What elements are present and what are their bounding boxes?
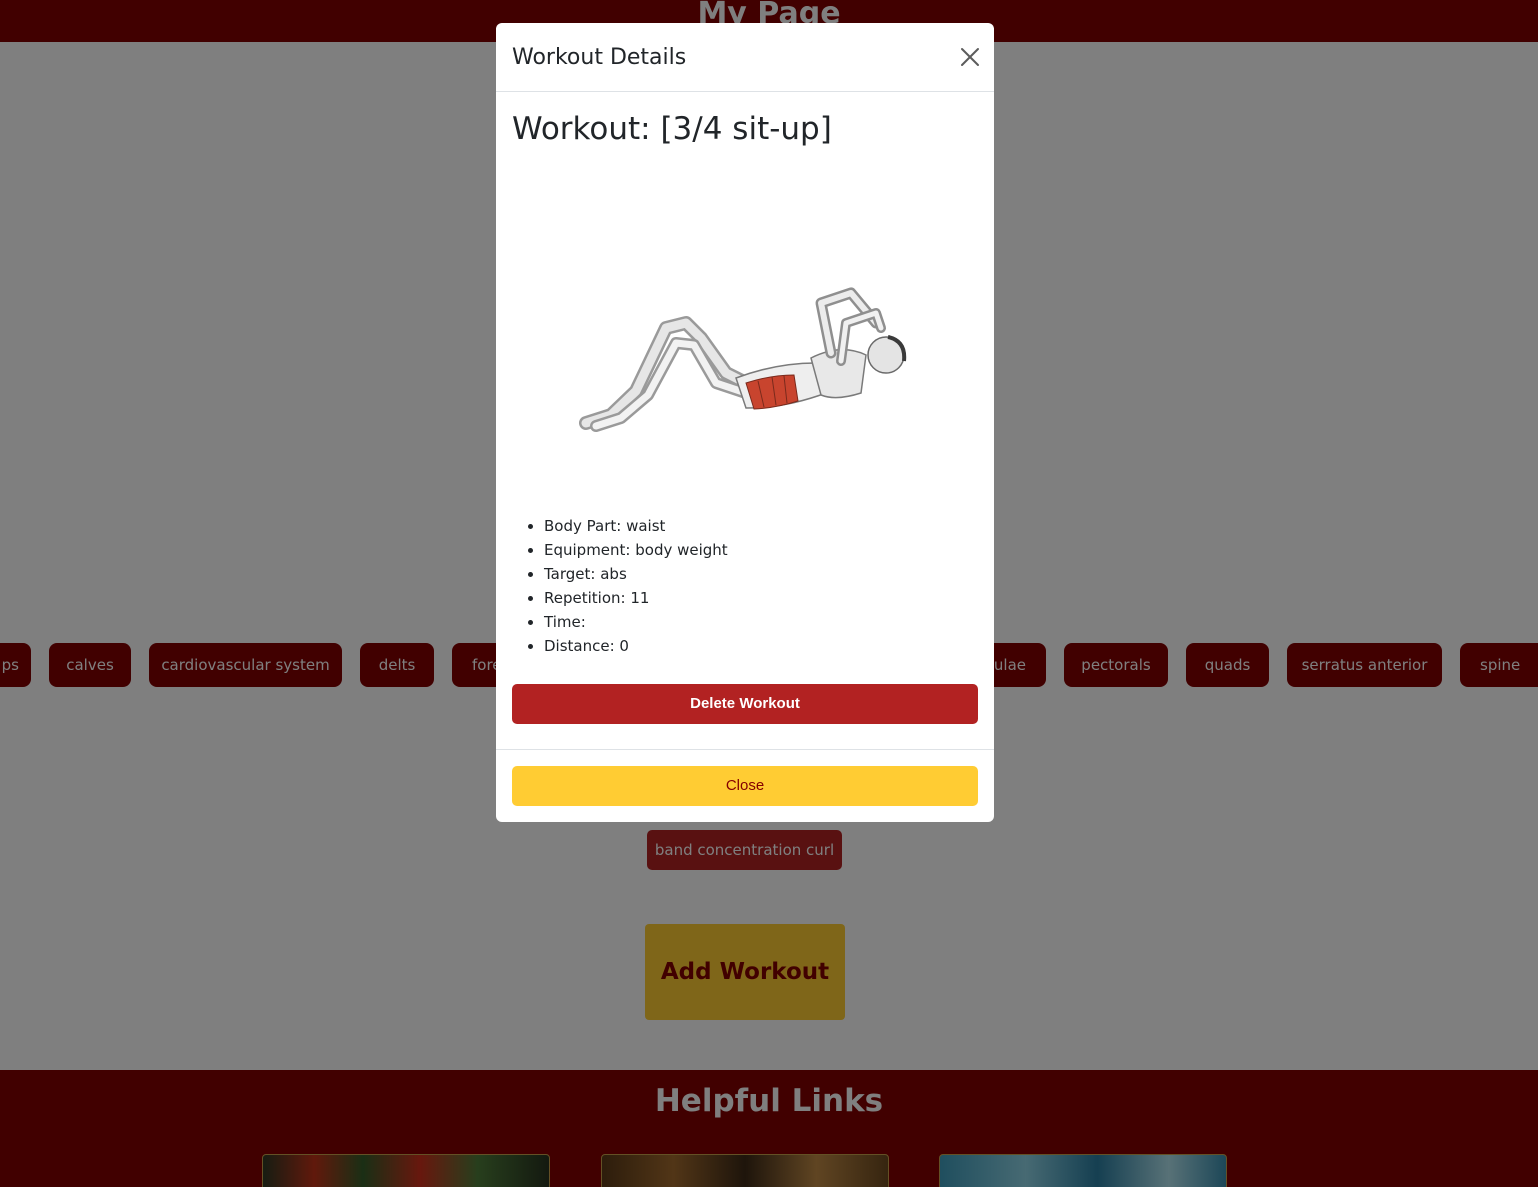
workout-heading: Workout: [3/4 sit-up] (512, 111, 832, 147)
detail-repetition: Repetition: 11 (544, 586, 728, 610)
modal-header: Workout Details (496, 23, 994, 92)
detail-equipment: Equipment: body weight (544, 538, 728, 562)
detail-time: Time: (544, 610, 728, 634)
close-icon-glyph (961, 48, 979, 66)
delete-workout-button[interactable]: Delete Workout (512, 684, 978, 724)
close-button[interactable]: Close (512, 766, 978, 806)
workout-details-modal: Workout Details Workout: [3/4 sit-up] • … (496, 23, 994, 822)
exercise-illustration-icon (579, 287, 907, 432)
detail-distance: Distance: 0 (544, 634, 728, 658)
modal-footer: Close (496, 749, 994, 822)
close-icon[interactable] (958, 45, 982, 69)
detail-target: Target: abs (544, 562, 728, 586)
modal-title: Workout Details (512, 45, 687, 70)
workout-details-list: Body Part: waist Equipment: body weight … (544, 514, 728, 658)
detail-body-part: Body Part: waist (544, 514, 728, 538)
